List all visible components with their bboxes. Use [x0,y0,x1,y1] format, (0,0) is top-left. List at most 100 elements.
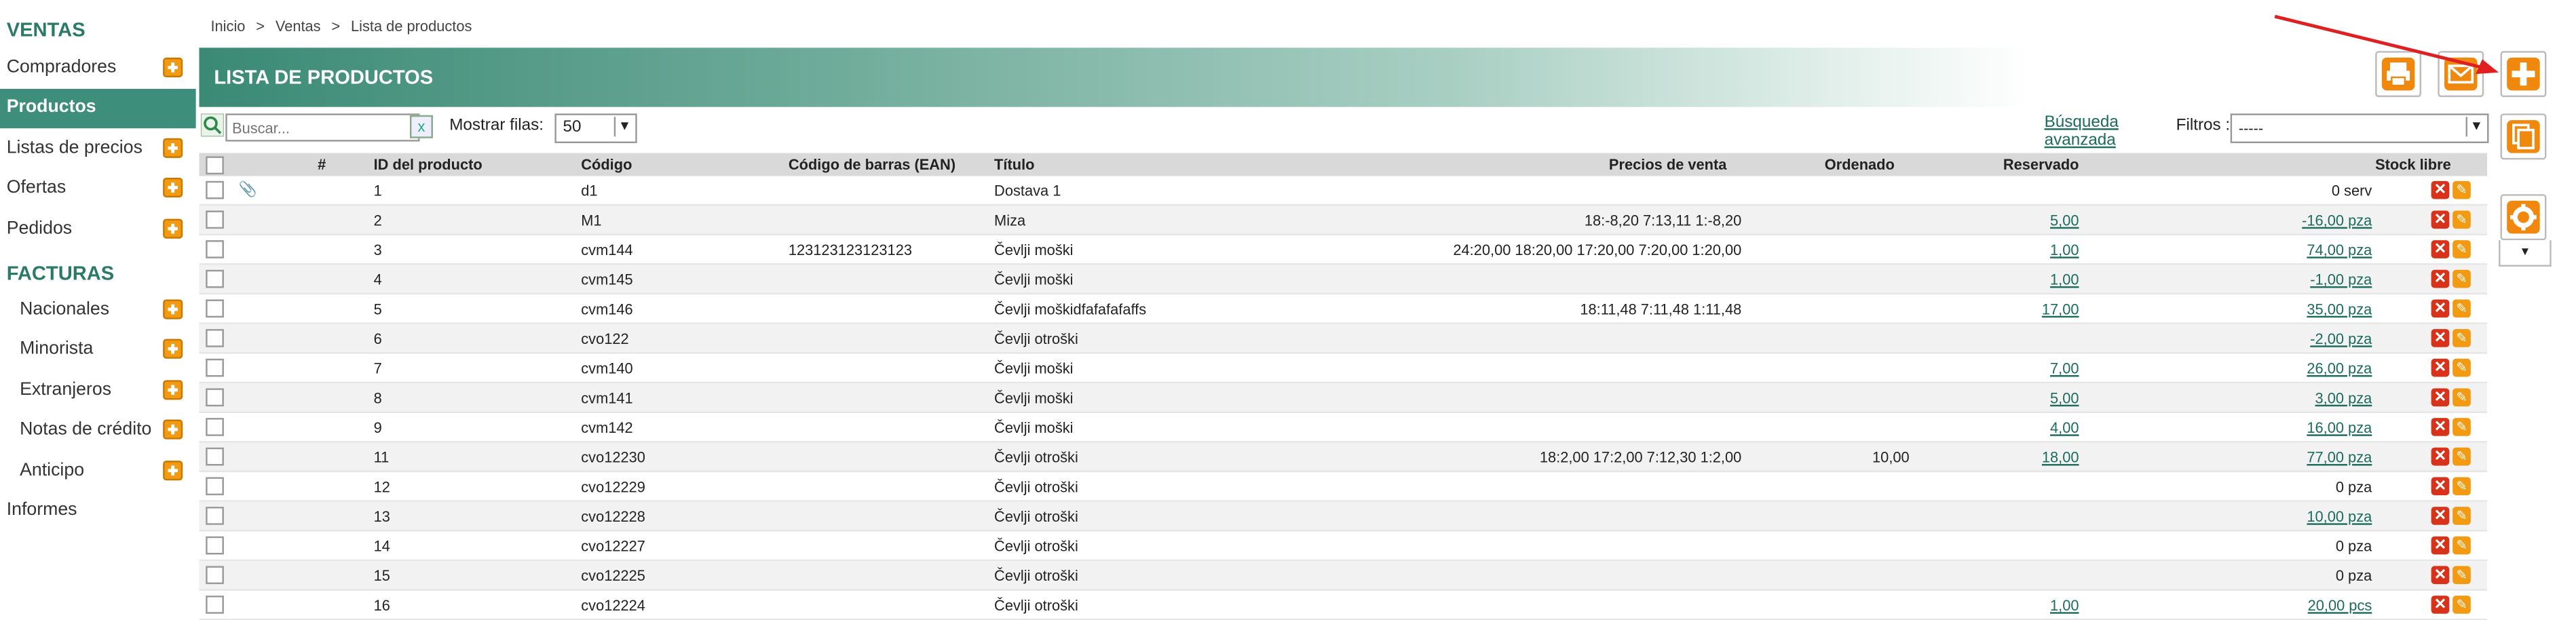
table-row[interactable]: 2 M1 Miza 18:-8,20 7:13,11 1:-8,20 5,00 -16,0… [199,206,2488,235]
row-checkbox[interactable] [206,507,224,525]
table-row[interactable]: 12 cvo12229 Čevlji otroški 0 pza ✕ ✎ [199,472,2488,502]
sidebar-item-nacionales[interactable]: Nacionales [0,291,194,330]
select-all-checkbox[interactable] [206,156,224,175]
col-header-id[interactable]: ID del producto [374,156,482,172]
sidebar-item-ofertas[interactable]: Ofertas [0,170,194,209]
row-checkbox[interactable] [206,180,224,199]
filters-select[interactable]: ----- ▼ [2230,113,2489,144]
cell-stock[interactable]: 77,00 pza [2307,449,2372,465]
row-checkbox[interactable] [206,329,224,347]
cell-reserved-link[interactable]: 1,00 [2050,242,2079,258]
breadcrumb-link-ventas[interactable]: Ventas [276,18,321,35]
edit-icon[interactable]: ✎ [2452,507,2471,525]
table-row[interactable]: 3 cvm144 123123123123123 Čevlji moški 24:20,… [199,235,2488,265]
edit-icon[interactable]: ✎ [2452,418,2471,436]
clear-icon[interactable]: x [409,115,433,138]
table-row[interactable]: 7 cvm140 Čevlji moški 7,00 26,00 pza ✕ ✎ [199,354,2488,384]
search-input[interactable] [225,113,420,142]
cell-reserved-link[interactable]: 4,00 [2050,420,2079,436]
delete-icon[interactable]: ✕ [2431,596,2450,614]
table-row[interactable]: 16 cvo12224 Čevlji otroški 1,00 20,00 pcs ✕ ✎ [199,591,2488,620]
col-header-reserved[interactable]: Reservado [2003,156,2079,172]
cell-reserved-link[interactable]: 5,00 [2050,212,2079,229]
delete-icon[interactable]: ✕ [2431,269,2450,288]
edit-icon[interactable]: ✎ [2452,358,2471,377]
add-icon[interactable] [163,138,183,158]
edit-icon[interactable]: ✎ [2452,477,2471,496]
col-header-code[interactable]: Código [581,156,632,172]
row-checkbox[interactable] [206,596,224,614]
col-header-ean[interactable]: Código de barras (EAN) [789,156,955,172]
edit-icon[interactable]: ✎ [2452,180,2471,199]
delete-icon[interactable]: ✕ [2431,329,2450,347]
cell-reserved-link[interactable]: 5,00 [2050,390,2079,406]
col-header-prices[interactable]: Precios de venta [1609,156,1727,172]
edit-icon[interactable]: ✎ [2452,299,2471,318]
advanced-search-link[interactable]: Búsqueda avanzada [2045,113,2119,149]
row-checkbox[interactable] [206,418,224,436]
sidebar-item-extranjeros[interactable]: Extranjeros [0,372,194,411]
cell-reserved-link[interactable]: 17,00 [2042,301,2079,317]
sidebar-item-informes[interactable]: Informes [7,500,77,520]
col-header-num[interactable]: # [318,156,326,172]
delete-icon[interactable]: ✕ [2431,240,2450,258]
cell-reserved-link[interactable]: 1,00 [2050,271,2079,288]
cell-reserved-link[interactable]: 1,00 [2050,597,2079,613]
add-icon[interactable] [163,218,183,239]
delete-icon[interactable]: ✕ [2431,536,2450,555]
table-row[interactable]: 6 cvo122 Čevlji otroški -2,00 pza ✕ ✎ [199,324,2488,354]
add-icon[interactable] [163,338,183,359]
rows-per-page-select[interactable]: 50 ▼ [554,113,637,144]
edit-icon[interactable]: ✎ [2452,329,2471,347]
table-row[interactable]: 9 cvm142 Čevlji moški 4,00 16,00 pza ✕ ✎ [199,413,2488,443]
delete-icon[interactable]: ✕ [2431,210,2450,229]
cell-stock[interactable]: 10,00 pza [2307,509,2372,525]
add-icon[interactable] [163,461,183,481]
edit-icon[interactable]: ✎ [2452,536,2471,555]
row-checkbox[interactable] [206,536,224,555]
delete-icon[interactable]: ✕ [2431,477,2450,496]
cell-stock[interactable]: -16,00 pza [2302,212,2372,229]
table-row[interactable]: 15 cvo12225 Čevlji otroški 0 pza ✕ ✎ [199,561,2488,591]
edit-icon[interactable]: ✎ [2452,596,2471,614]
edit-icon[interactable]: ✎ [2452,447,2471,466]
breadcrumb-link-inicio[interactable]: Inicio [210,18,245,35]
delete-icon[interactable]: ✕ [2431,358,2450,377]
sidebar-item-notas-de-credito[interactable]: Notas de crédito [0,411,194,450]
cell-stock[interactable]: 74,00 pza [2307,242,2372,258]
col-header-title[interactable]: Título [994,156,1034,172]
row-checkbox[interactable] [206,566,224,585]
row-checkbox[interactable] [206,447,224,466]
table-row[interactable]: 5 cvm146 Čevlji moškidfafafafaffs 18:11,48 … [199,294,2488,324]
copy-button[interactable] [2500,113,2547,160]
settings-dropdown[interactable]: ▼ [2499,240,2552,267]
sidebar-item-compradores[interactable]: Compradores [0,50,194,89]
delete-icon[interactable]: ✕ [2431,447,2450,466]
cell-stock[interactable]: 35,00 pza [2307,301,2372,317]
add-icon[interactable] [163,419,183,440]
col-header-ordered[interactable]: Ordenado [1825,156,1895,172]
add-product-button[interactable] [2500,51,2547,98]
cell-reserved-link[interactable]: 18,00 [2042,449,2079,465]
edit-icon[interactable]: ✎ [2452,269,2471,288]
row-checkbox[interactable] [206,240,224,258]
table-row[interactable]: 14 cvo12227 Čevlji otroški 0 pza ✕ ✎ [199,531,2488,562]
table-row[interactable]: 4 cvm145 Čevlji moški 1,00 -1,00 pza ✕ ✎ [199,265,2488,295]
edit-icon[interactable]: ✎ [2452,566,2471,585]
delete-icon[interactable]: ✕ [2431,180,2450,199]
sidebar-item-pedidos[interactable]: Pedidos [0,210,194,250]
cell-stock[interactable]: 26,00 pza [2307,360,2372,376]
row-checkbox[interactable] [206,358,224,377]
delete-icon[interactable]: ✕ [2431,507,2450,525]
edit-icon[interactable]: ✎ [2452,210,2471,229]
delete-icon[interactable]: ✕ [2431,418,2450,436]
cell-stock[interactable]: -1,00 pza [2310,271,2372,288]
table-row[interactable]: 13 cvo12228 Čevlji otroški 10,00 pza ✕ ✎ [199,501,2488,532]
cell-stock[interactable]: 16,00 pza [2307,420,2372,436]
attachment-icon[interactable]: 📎 [239,181,257,199]
add-icon[interactable] [163,299,183,319]
settings-button[interactable] [2500,194,2547,241]
table-row[interactable]: 11 cvo12230 Čevlji otroški 18:2,00 17:2,00 … [199,442,2488,473]
row-checkbox[interactable] [206,269,224,288]
row-checkbox[interactable] [206,299,224,318]
